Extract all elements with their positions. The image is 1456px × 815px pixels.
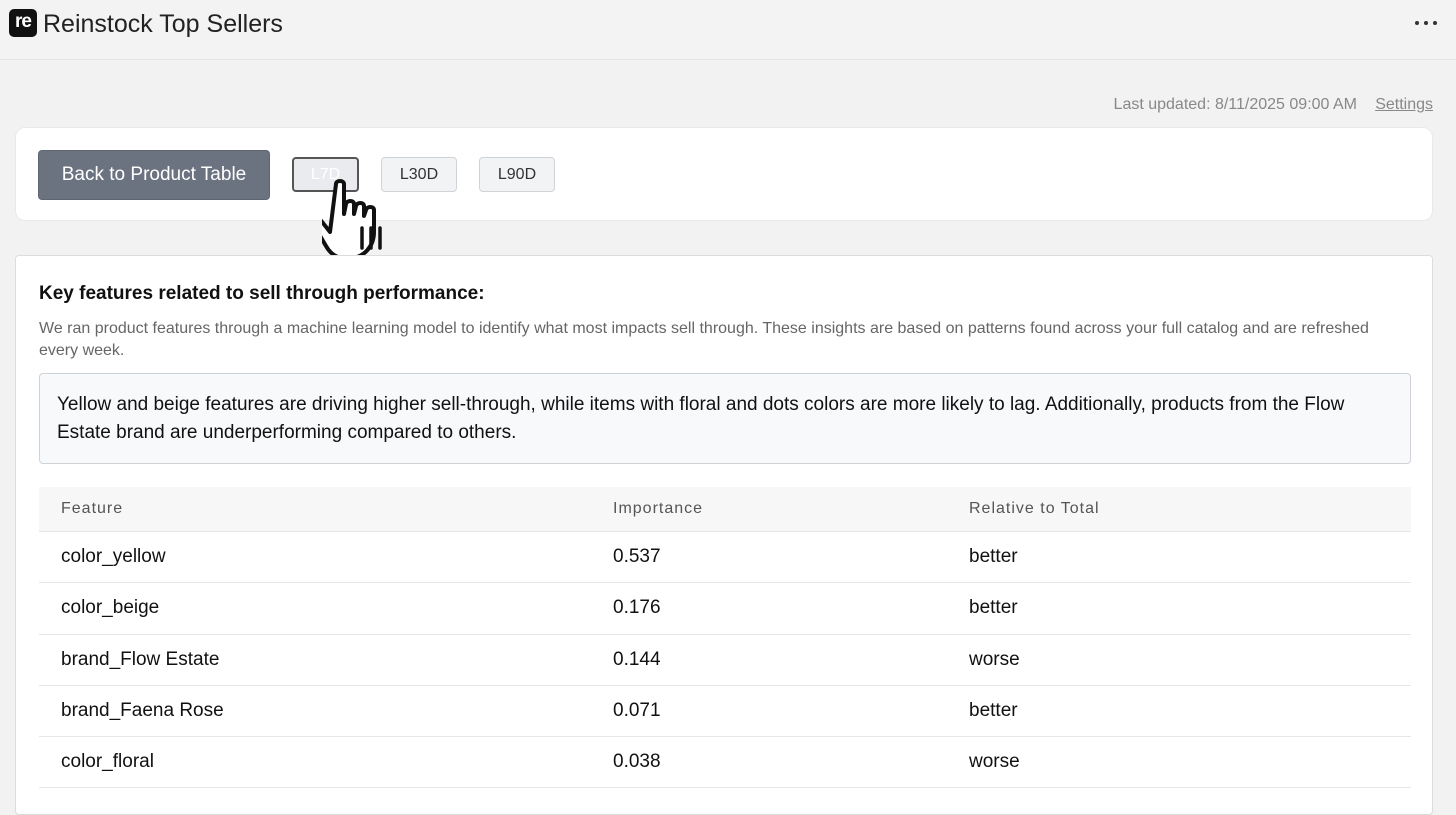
column-header-importance: Importance [613, 500, 704, 517]
title-bar: re Reinstock Top Sellers [0, 0, 1456, 60]
insight-summary: Yellow and beige features are driving hi… [39, 373, 1411, 464]
toolbar-card: Back to Product Table L7D L30D L90D [15, 127, 1433, 221]
back-to-product-table-button[interactable]: Back to Product Table [38, 150, 270, 200]
more-horizontal-icon[interactable] [1412, 12, 1440, 34]
section-title: Key features related to sell through per… [39, 283, 485, 304]
table-row: color_beige 0.176 better [39, 583, 1411, 635]
range-l90d-button[interactable]: L90D [479, 157, 555, 192]
cell-relative: worse [969, 751, 1020, 773]
cell-importance: 0.144 [613, 648, 661, 670]
table-row: brand_Faena Rose 0.071 better [39, 686, 1411, 738]
cell-relative: better [969, 546, 1018, 567]
settings-link[interactable]: Settings [1375, 95, 1433, 115]
hand-pointer-icon [322, 179, 382, 260]
app-title: Reinstock Top Sellers [43, 10, 283, 38]
cell-feature: brand_Faena Rose [61, 699, 224, 721]
table-row: color_floral 0.038 worse [39, 737, 1411, 789]
app-logo-icon: re [9, 9, 37, 37]
cell-feature: color_beige [61, 597, 160, 619]
cell-relative: worse [969, 648, 1020, 670]
feature-table: Feature Importance Relative to Total col… [39, 487, 1411, 789]
cell-feature: brand_Flow Estate [61, 648, 220, 670]
cell-importance: 0.537 [613, 546, 661, 567]
cell-importance: 0.038 [613, 751, 661, 773]
column-header-feature: Feature [61, 500, 124, 517]
cell-feature: color_yellow [61, 546, 166, 567]
table-row: color_yellow 0.537 better [39, 532, 1411, 584]
table-header: Feature Importance Relative to Total [39, 487, 1411, 532]
cell-importance: 0.176 [613, 597, 661, 619]
last-updated-text: Last updated: 8/11/2025 09:00 AM [1113, 96, 1357, 113]
section-description: We ran product features through a machin… [39, 320, 1369, 359]
insights-card: Key features related to sell through per… [15, 255, 1433, 815]
cell-importance: 0.071 [613, 699, 661, 721]
cell-relative: better [969, 597, 1018, 619]
cell-feature: color_floral [61, 751, 154, 773]
cell-relative: better [969, 699, 1018, 721]
column-header-relative: Relative to Total [969, 500, 1100, 517]
table-row: brand_Flow Estate 0.144 worse [39, 635, 1411, 686]
